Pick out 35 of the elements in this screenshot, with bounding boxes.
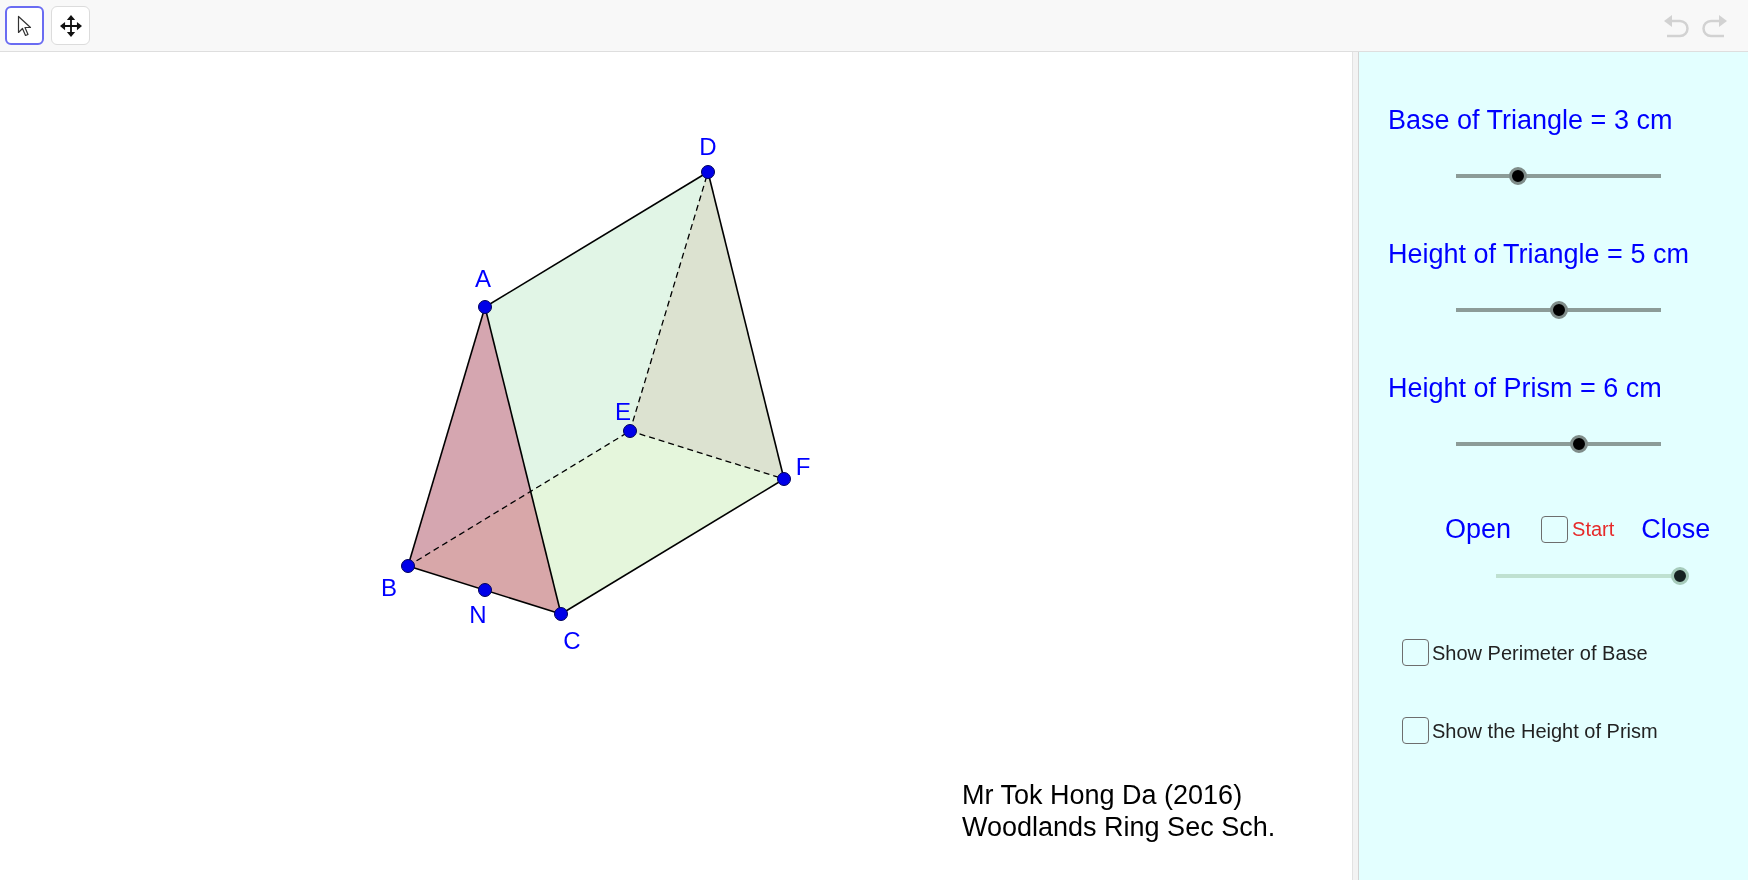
point-label: E	[615, 398, 631, 425]
point-label: B	[381, 574, 397, 601]
start-label: Start	[1572, 517, 1615, 541]
open-label: Open	[1445, 513, 1512, 545]
point-dot	[701, 165, 715, 179]
point-dot	[401, 559, 415, 573]
slider-thumb[interactable]	[1671, 567, 1689, 585]
move-tool-button[interactable]	[51, 6, 90, 45]
point-label: F	[795, 453, 811, 480]
slider-label: Base of Triangle = 3 cm	[1388, 104, 1673, 136]
select-tool-button[interactable]	[5, 6, 44, 45]
move-icon	[59, 14, 82, 37]
point-label: N	[469, 601, 487, 628]
checkbox-label: Show Perimeter of Base	[1432, 640, 1648, 665]
slider-thumb[interactable]	[1508, 167, 1527, 185]
cursor-icon	[17, 14, 32, 37]
slider-thumb[interactable]	[1549, 301, 1568, 319]
slider-label: Height of Triangle = 5 cm	[1388, 238, 1689, 270]
point-label: C	[563, 627, 581, 654]
point-dot	[554, 607, 568, 621]
checkbox-label: Show the Height of Prism	[1432, 718, 1658, 743]
checkbox[interactable]	[1402, 639, 1429, 666]
point-dot	[478, 583, 492, 597]
author-name: Mr Tok Hong Da (2016)	[962, 779, 1244, 811]
close-label: Close	[1641, 513, 1711, 545]
point-dot	[478, 300, 492, 314]
point-dot	[777, 472, 791, 486]
start-checkbox[interactable]	[1541, 515, 1569, 543]
checkbox[interactable]	[1402, 717, 1429, 744]
point-label: A	[475, 265, 491, 292]
point-dot	[623, 424, 637, 438]
point-label: D	[699, 133, 717, 160]
slider-label: Height of Prism = 6 cm	[1388, 372, 1662, 404]
slider-thumb[interactable]	[1570, 435, 1588, 453]
school-name: Woodlands Ring Sec Sch.	[962, 811, 1276, 843]
